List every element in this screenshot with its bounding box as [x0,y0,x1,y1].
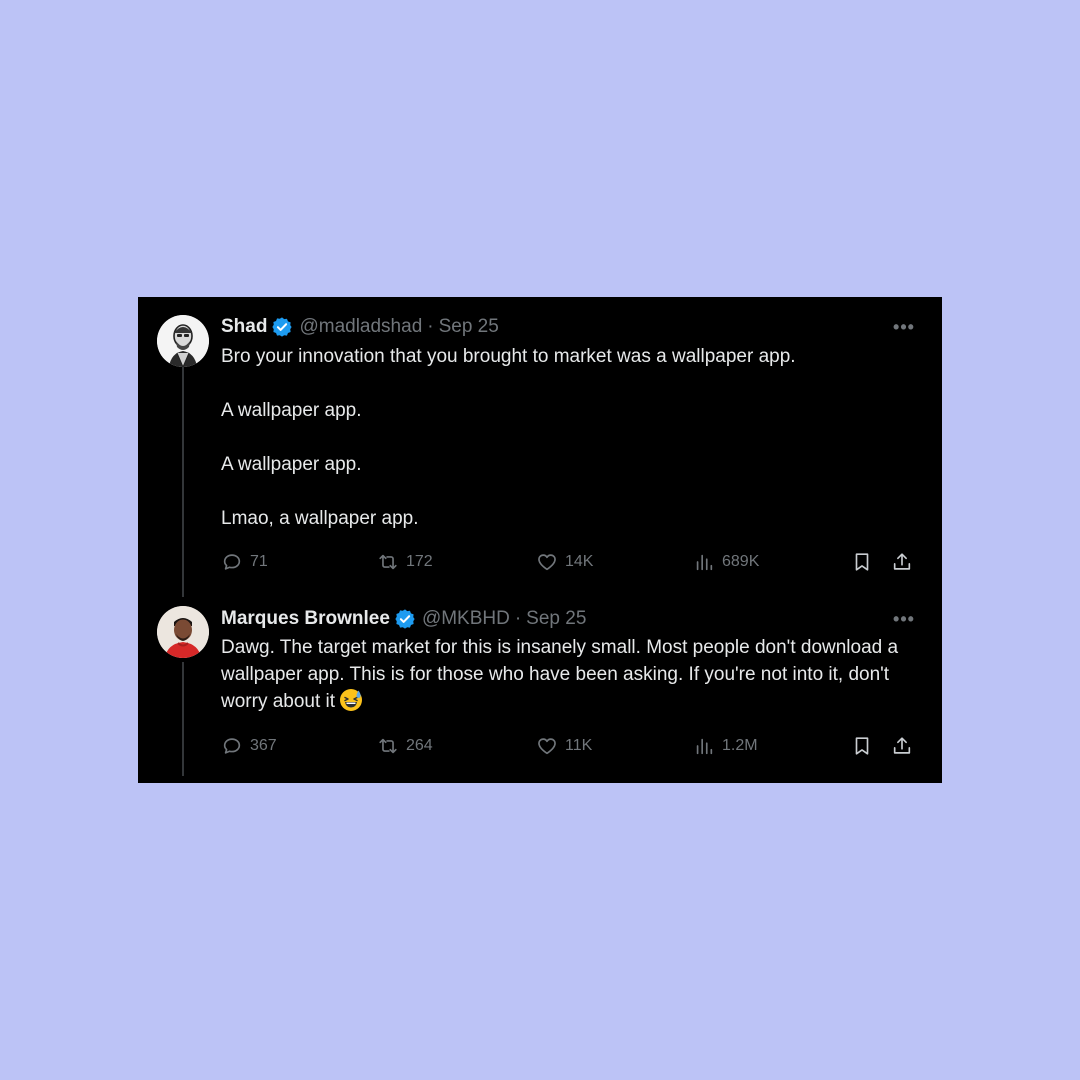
meta-separator: · [427,316,434,337]
like-button[interactable]: 11K [536,733,592,759]
author-name[interactable]: Marques Brownlee [221,608,390,630]
verified-badge-icon [271,316,293,338]
views-chart-icon [696,554,713,571]
tweet-date[interactable]: Sep 25 [526,608,586,630]
tweet-text-line: A wallpaper app. [221,400,362,421]
tweet-date[interactable]: Sep 25 [439,316,499,338]
tweet-text: Bro your innovation that you brought to … [221,343,921,532]
tweet-actions: 367 264 11K 1.2M [221,733,921,759]
like-count: 11K [565,737,593,754]
like-count: 14K [565,553,594,570]
share-button[interactable] [891,549,913,575]
tweet-header: Marques Brownlee @MKBHD · Sep 25 [221,607,586,631]
share-icon [893,553,911,570]
bookmark-button[interactable] [851,549,873,575]
more-options-icon[interactable]: ••• [888,607,920,631]
tweet-actions: 71 172 14K 689K [221,549,921,575]
retweet-icon [379,554,397,570]
tweet-header: Shad @madladshad · Sep 25 [221,315,499,339]
views-button[interactable]: 689K [693,549,759,575]
tweet-text-line: Lmao, a wallpaper app. [221,508,419,529]
tweet-text-body: Dawg. The target market for this is insa… [221,637,899,712]
reply-icon [223,738,241,754]
reply-button[interactable]: 367 [221,733,277,759]
avatar[interactable] [157,606,209,658]
tweet-text-line: Bro your innovation that you brought to … [221,346,796,367]
retweet-button[interactable]: 264 [377,733,433,759]
author-handle[interactable]: @madladshad [299,316,422,338]
retweet-count: 264 [406,737,433,754]
bookmark-icon [855,737,869,755]
thread-connector-line [182,367,184,597]
heart-icon [538,554,556,571]
retweet-count: 172 [406,553,433,570]
reply-count: 71 [250,553,268,570]
verified-badge-icon [394,608,416,630]
tweet-text: Dawg. The target market for this is insa… [221,634,921,715]
tweet-text-line: A wallpaper app. [221,454,362,475]
grinning-sweat-emoji-icon [339,688,363,712]
like-button[interactable]: 14K [536,549,593,575]
share-icon [893,737,911,754]
heart-icon [538,738,556,755]
author-handle[interactable]: @MKBHD [422,608,510,630]
meta-separator: · [514,608,522,629]
reply-icon [223,554,241,570]
views-count: 1.2M [722,737,758,754]
thread-connector-line [182,662,184,776]
share-button[interactable] [891,733,913,759]
avatar[interactable] [157,315,209,367]
reply-button[interactable]: 71 [221,549,268,575]
views-count: 689K [722,553,760,570]
views-chart-icon [696,738,713,755]
retweet-icon [379,738,397,754]
bookmark-icon [855,553,869,571]
more-options-icon[interactable]: ••• [888,315,920,339]
views-button[interactable]: 1.2M [693,733,758,759]
retweet-button[interactable]: 172 [377,549,433,575]
reply-count: 367 [250,737,277,754]
author-name[interactable]: Shad [221,316,267,338]
bookmark-button[interactable] [851,733,873,759]
